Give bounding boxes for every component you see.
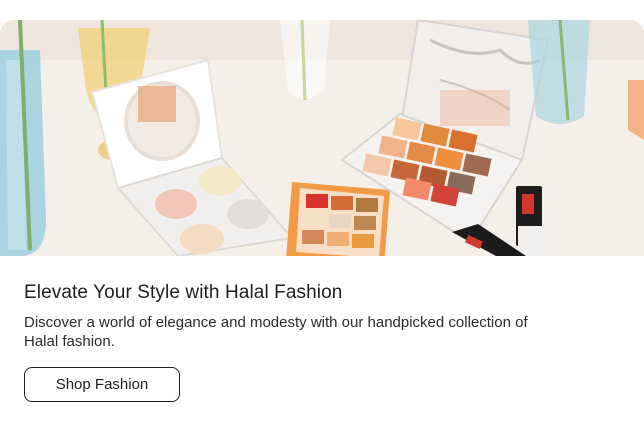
hero-image xyxy=(0,20,644,256)
promo-description: Discover a world of elegance and modesty… xyxy=(24,314,528,350)
promo-title: Elevate Your Style with Halal Fashion xyxy=(24,282,343,303)
promo-card: Elevate Your Style with Halal Fashion Di… xyxy=(0,0,644,426)
shop-fashion-button[interactable]: Shop Fashion xyxy=(24,367,180,402)
